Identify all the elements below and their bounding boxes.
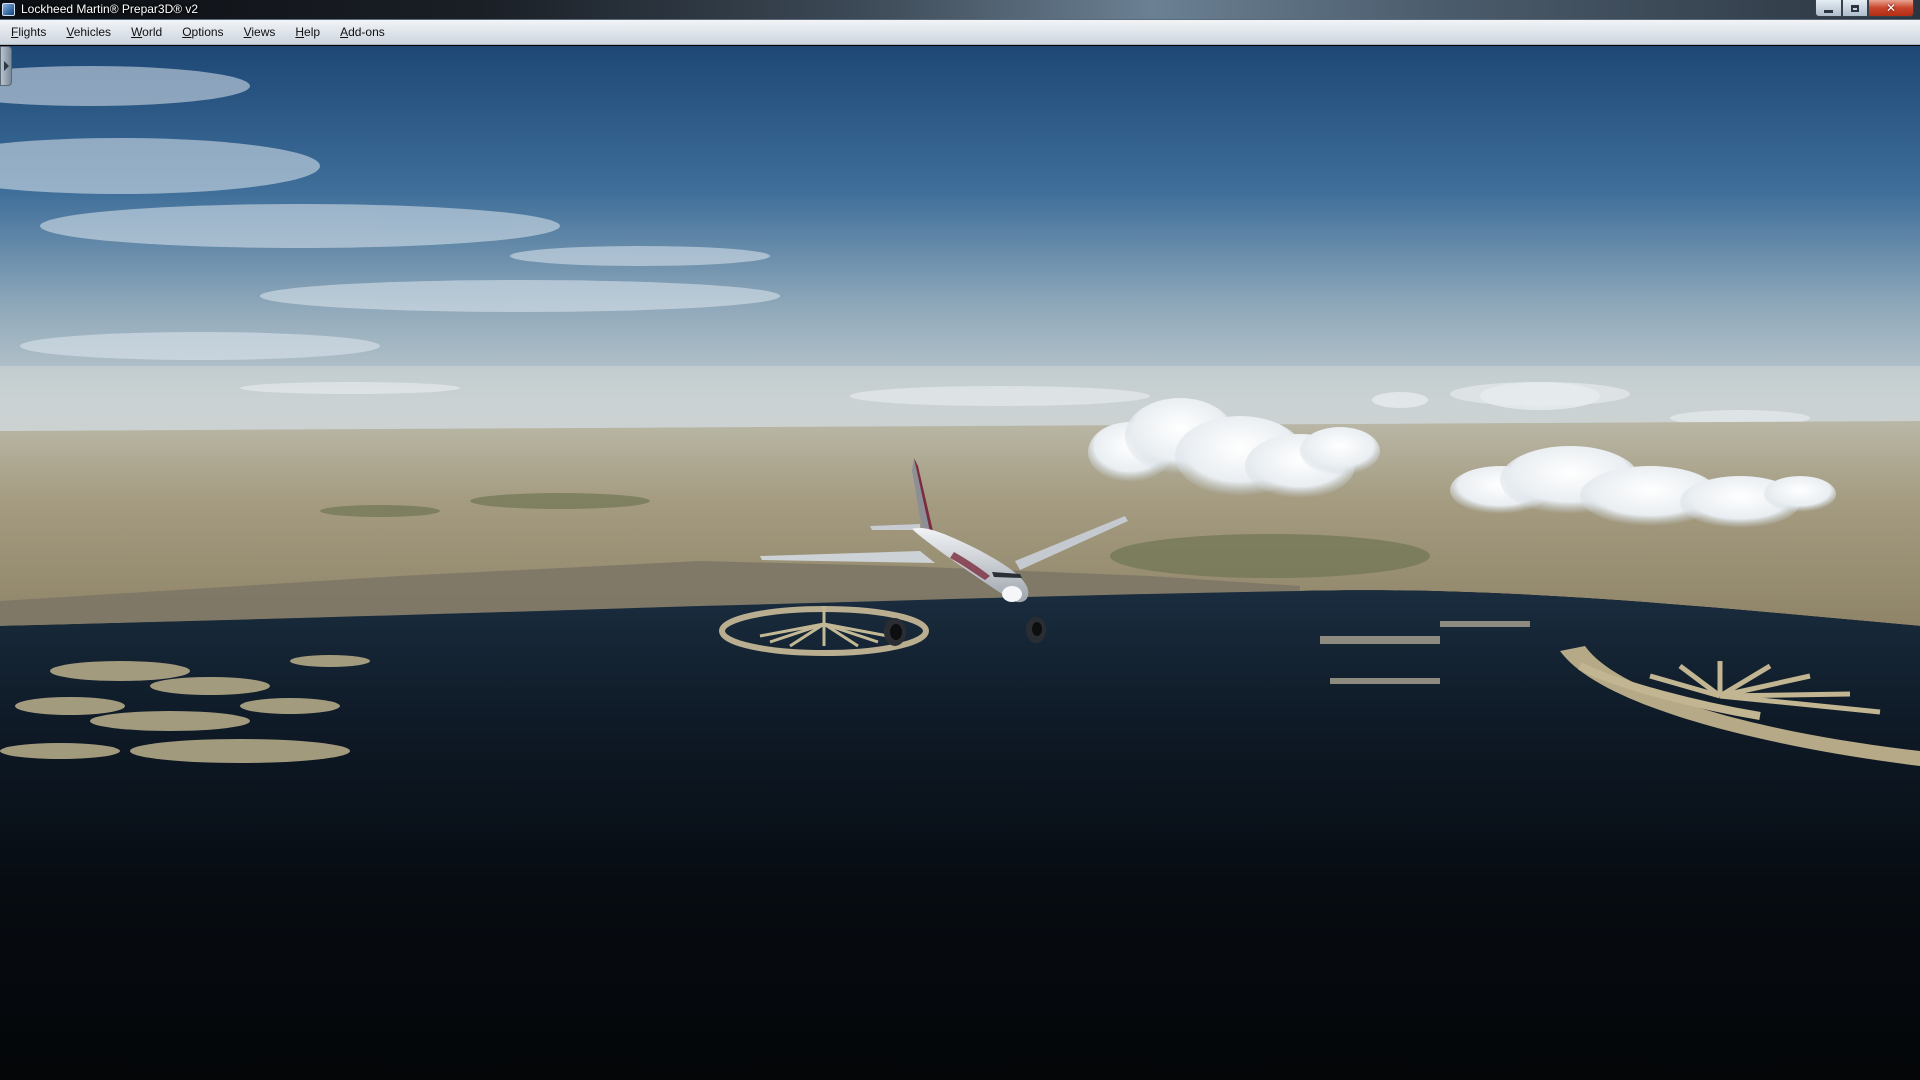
- scene-svg: [0, 46, 1920, 1080]
- side-panel-toggle[interactable]: [0, 46, 12, 86]
- menu-addons[interactable]: Add-ons: [332, 22, 393, 42]
- menu-options[interactable]: Options: [174, 22, 231, 42]
- menu-world[interactable]: World: [123, 22, 170, 42]
- close-button[interactable]: ✕: [1868, 0, 1914, 17]
- menu-vehicles[interactable]: Vehicles: [58, 22, 119, 42]
- maximize-button[interactable]: [1842, 0, 1868, 17]
- maximize-icon: [1851, 4, 1859, 12]
- window-controls: ✕: [1815, 0, 1914, 18]
- menu-flights[interactable]: Flights: [3, 22, 54, 42]
- minimize-icon: [1824, 9, 1833, 13]
- simulator-viewport[interactable]: [0, 46, 1920, 1080]
- title-bar[interactable]: Lockheed Martin® Prepar3D® v2 ✕: [0, 0, 1920, 20]
- app-icon[interactable]: [2, 3, 15, 16]
- minimize-button[interactable]: [1815, 0, 1842, 17]
- menu-bar: Flights Vehicles World Options Views Hel…: [0, 20, 1920, 45]
- menu-views[interactable]: Views: [236, 22, 284, 42]
- close-icon: ✕: [1885, 1, 1897, 15]
- window-title: Lockheed Martin® Prepar3D® v2: [21, 2, 199, 16]
- menu-help[interactable]: Help: [287, 22, 328, 42]
- sea: [0, 590, 1920, 1080]
